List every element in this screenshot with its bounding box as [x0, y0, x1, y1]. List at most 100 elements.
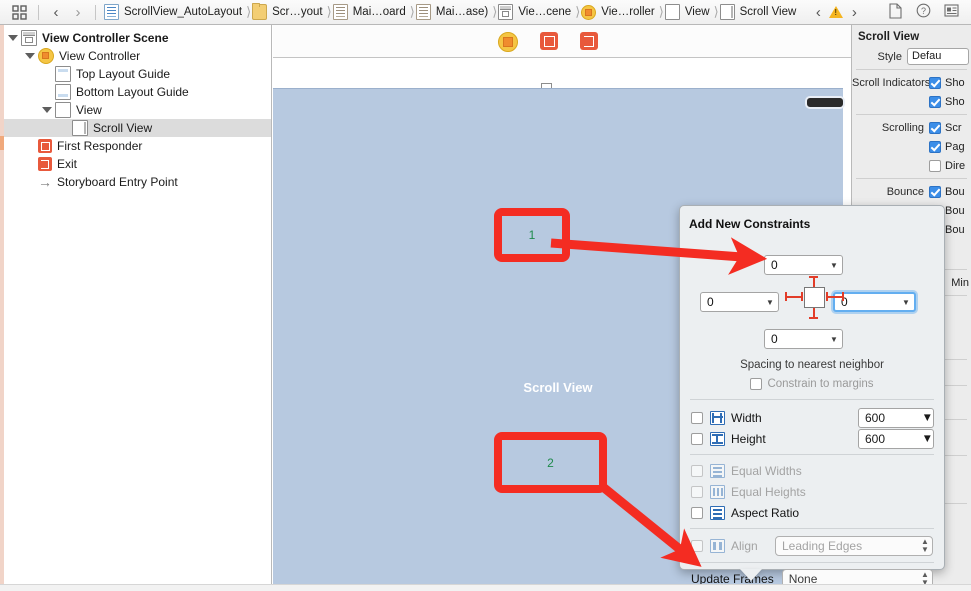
- identity-inspector-icon[interactable]: [937, 4, 965, 20]
- constrain-to-margins-checkbox[interactable]: [750, 378, 763, 390]
- breadcrumb-separator: ⟩: [246, 4, 252, 19]
- outline-item-bottom-layout-guide[interactable]: Bottom Layout Guide: [0, 83, 271, 101]
- scene-icon: [21, 30, 37, 46]
- quick-help-icon[interactable]: ?: [909, 3, 937, 21]
- toolbar-divider: [38, 4, 39, 20]
- inspector-row-scroll-indicators[interactable]: Scroll Indicators Sho: [852, 73, 971, 92]
- height-value-spinner[interactable]: 600 ▼: [858, 428, 934, 449]
- outline-item-view[interactable]: View: [0, 101, 271, 119]
- folder-icon: [252, 3, 268, 20]
- breadcrumb-item-storyboard[interactable]: Mai…oard: [332, 4, 409, 20]
- next-issue-button[interactable]: ›: [843, 5, 865, 20]
- outline-item-scroll-view[interactable]: Scroll View: [0, 119, 271, 137]
- bottom-spacing-value: 0: [771, 332, 778, 346]
- breadcrumb-item-project[interactable]: ScrollView_AutoLayout: [104, 4, 245, 20]
- breadcrumb-item-scene[interactable]: Vie…cene: [498, 4, 574, 20]
- storyboard-document-icon: [332, 4, 348, 20]
- constraint-row-height[interactable]: Height 600 ▼: [680, 428, 944, 449]
- annotation-box-1: 1: [494, 208, 570, 262]
- inspector-row-scrolling[interactable]: Scrolling Scr: [852, 118, 971, 137]
- breadcrumb-label: Scr…yout: [272, 6, 323, 18]
- inspector-row-style[interactable]: Style Defau: [852, 47, 971, 66]
- constraint-target-square: [804, 287, 825, 308]
- width-value-spinner[interactable]: 600 ▼: [858, 407, 934, 428]
- outline-item-top-layout-guide[interactable]: Top Layout Guide: [0, 65, 271, 83]
- previous-issue-button[interactable]: ‹: [807, 5, 829, 20]
- scene-view-controller-icon[interactable]: [498, 32, 518, 52]
- top-spacing-spinner[interactable]: 0 ▼: [764, 255, 843, 275]
- scrolling-enabled-checkbox[interactable]: [929, 121, 941, 134]
- scroll-view-icon: [72, 120, 88, 136]
- top-ibeam[interactable]: [813, 277, 815, 287]
- view-icon: [55, 102, 71, 118]
- breadcrumb-item-view[interactable]: View: [664, 4, 713, 20]
- inspector-row-scroll-indicators-2[interactable]: Sho: [852, 92, 971, 111]
- chevron-down-icon[interactable]: ▼: [922, 412, 933, 424]
- disclosure-triangle-open-icon[interactable]: [25, 51, 35, 61]
- outline-item-first-responder[interactable]: First Responder: [0, 137, 271, 155]
- editor-left-edge-strip: [0, 25, 4, 591]
- view-controller-icon: [581, 4, 597, 20]
- show-vertical-indicator-checkbox[interactable]: [929, 95, 941, 108]
- inspector-label-style: Style: [877, 50, 902, 63]
- outline-item-storyboard-entry-point[interactable]: → Storyboard Entry Point: [0, 173, 271, 191]
- scene-exit-icon[interactable]: [580, 32, 598, 50]
- outline-item-label: Scroll View: [93, 121, 153, 135]
- constraint-row-aspect-ratio[interactable]: Aspect Ratio: [680, 502, 944, 523]
- breadcrumb-item-view-controller[interactable]: Vie…roller: [581, 4, 657, 20]
- constraint-row-width[interactable]: Width 600 ▼: [680, 407, 944, 428]
- outline-item-exit[interactable]: Exit: [0, 155, 271, 173]
- top-layout-guide-icon: [55, 66, 71, 82]
- chevron-down-icon[interactable]: ▼: [826, 335, 842, 344]
- equal-heights-icon: [710, 484, 725, 499]
- window-bottom-bar: [0, 584, 971, 591]
- grid-icon[interactable]: [6, 4, 32, 20]
- show-horizontal-indicator-checkbox[interactable]: [929, 76, 941, 89]
- direction-lock-checkbox[interactable]: [929, 159, 941, 172]
- forward-button[interactable]: ›: [67, 5, 89, 20]
- back-button[interactable]: ‹: [45, 5, 67, 20]
- file-inspector-icon[interactable]: [881, 2, 909, 22]
- style-select[interactable]: Defau: [907, 48, 969, 65]
- bounces-checkbox[interactable]: [929, 185, 941, 198]
- width-constraint-checkbox[interactable]: [691, 411, 703, 424]
- inspector-divider-2: [856, 114, 967, 115]
- checkbox-label: Sho: [945, 76, 965, 89]
- right-ibeam-cap-outer: [842, 292, 844, 301]
- left-spacing-spinner[interactable]: 0 ▼: [700, 292, 779, 312]
- height-constraint-checkbox[interactable]: [691, 432, 703, 445]
- chevron-down-icon[interactable]: ▼: [826, 261, 842, 270]
- inspector-row-paging[interactable]: Pag: [852, 137, 971, 156]
- constrain-to-margins-row[interactable]: Constrain to margins: [680, 378, 944, 390]
- aspect-ratio-checkbox[interactable]: [691, 506, 703, 519]
- chevron-down-icon[interactable]: ▼: [922, 433, 933, 445]
- breadcrumb-item-folder[interactable]: Scr…yout: [252, 3, 326, 20]
- align-icon: [710, 538, 725, 553]
- outline-item-view-controller-scene[interactable]: View Controller Scene: [0, 29, 271, 47]
- scene-first-responder-icon[interactable]: [540, 32, 558, 50]
- outline-item-view-controller[interactable]: View Controller: [0, 47, 271, 65]
- warning-triangle-icon[interactable]: [829, 6, 844, 18]
- chevron-down-icon[interactable]: ▼: [762, 298, 778, 307]
- right-spacing-spinner[interactable]: 0 ▼: [833, 292, 916, 312]
- breadcrumb-item-storyboard-base[interactable]: Mai…ase): [415, 4, 491, 20]
- breadcrumb-item-scroll-view[interactable]: Scroll View: [719, 4, 800, 20]
- popover-divider-3: [690, 528, 934, 529]
- outline-item-label: View Controller Scene: [42, 31, 169, 45]
- disclosure-triangle-open-icon[interactable]: [8, 33, 18, 43]
- disclosure-triangle-open-icon[interactable]: [42, 105, 52, 115]
- chevron-down-icon[interactable]: ▼: [898, 298, 914, 307]
- inspector-row-direction-lock[interactable]: Dire: [852, 156, 971, 175]
- inspector-fragment-min: Min: [951, 276, 969, 289]
- aspect-ratio-icon: [710, 505, 725, 520]
- outline-item-label: First Responder: [57, 139, 143, 153]
- inspector-row-bounce[interactable]: Bounce Bou: [852, 182, 971, 201]
- storyboard-document-icon: [415, 4, 431, 20]
- checkbox-label: Bou: [945, 223, 965, 236]
- popover-pointer-arrow: [740, 569, 762, 581]
- breadcrumb-separator: ⟩: [658, 4, 664, 19]
- paging-enabled-checkbox[interactable]: [929, 140, 941, 153]
- equal-widths-label: Equal Widths: [731, 463, 802, 478]
- bottom-spacing-spinner[interactable]: 0 ▼: [764, 329, 843, 349]
